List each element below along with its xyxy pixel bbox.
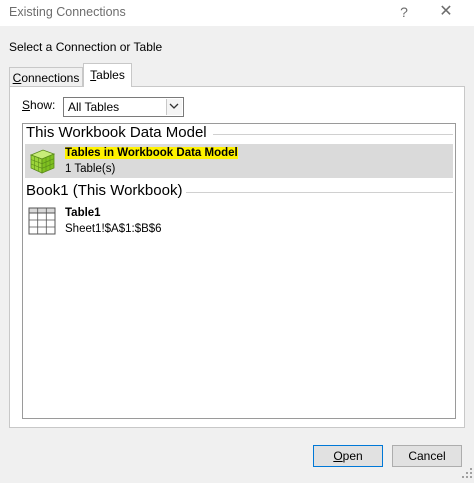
open-label-rest: pen (342, 449, 363, 463)
window-title: Existing Connections (9, 5, 126, 19)
tab-connections-rest: onnections (21, 71, 80, 85)
chevron-down-icon[interactable] (166, 99, 182, 115)
list-item-table1[interactable]: Table1 Sheet1!$A$1:$B$6 (25, 204, 453, 238)
tab-connections-label: Connections (13, 71, 80, 85)
show-dropdown-value: All Tables (68, 100, 120, 114)
list-item-data-model-tables[interactable]: Tables in Workbook Data Model 1 Table(s) (25, 144, 453, 178)
list-item-subtitle: Sheet1!$A$1:$B$6 (65, 223, 162, 235)
resize-grip-icon[interactable] (462, 465, 472, 478)
open-mnemonic: O (333, 449, 343, 463)
list-item-title: Tables in Workbook Data Model (65, 147, 238, 159)
close-icon[interactable]: ✕ (435, 2, 457, 22)
tab-tables-rest: ables (96, 68, 125, 82)
group-header-data-model: This Workbook Data Model (26, 124, 207, 141)
group-header-workbook: Book1 (This Workbook) (26, 182, 183, 199)
connections-list: This Workbook Data Model Tables in Workb… (22, 123, 456, 419)
data-model-cube-icon (27, 146, 57, 176)
tab-tables[interactable]: Tables (83, 63, 132, 87)
tables-panel: Show: All Tables This Workbook Data Mode… (9, 86, 465, 428)
tab-connections-mnemonic: C (12, 71, 22, 85)
list-item-title: Table1 (65, 207, 101, 219)
cancel-button[interactable]: Cancel (392, 445, 462, 467)
show-label: Show: (22, 98, 55, 112)
open-button[interactable]: Open (313, 445, 383, 467)
dialog-prompt: Select a Connection or Table (9, 40, 163, 54)
show-mnemonic: S (22, 98, 31, 112)
title-bar: Existing Connections ? ✕ (0, 0, 474, 26)
list-item-subtitle: 1 Table(s) (65, 163, 116, 175)
show-dropdown[interactable]: All Tables (63, 97, 184, 117)
divider (186, 192, 453, 193)
divider (213, 134, 453, 135)
help-icon[interactable]: ? (393, 2, 415, 22)
show-label-rest: how: (30, 98, 56, 112)
button-bar: Open Cancel (0, 428, 474, 478)
table-grid-icon (27, 206, 57, 236)
